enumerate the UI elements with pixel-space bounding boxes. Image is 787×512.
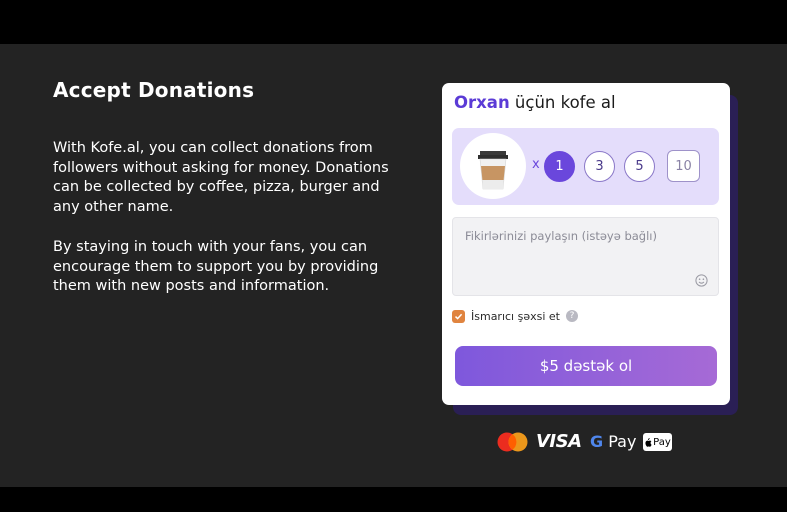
payment-methods: VISA G Pay Pay <box>497 431 677 452</box>
visa-icon: VISA <box>536 431 582 452</box>
apple-pay-icon: Pay <box>643 433 672 451</box>
letterbox-top <box>0 0 787 44</box>
support-button[interactable]: $5 dəstək ol <box>455 346 717 386</box>
amount-option-1[interactable]: 1 <box>544 151 575 182</box>
amount-option-3[interactable]: 3 <box>584 151 615 182</box>
mastercard-icon <box>497 432 528 452</box>
letterbox-bottom <box>0 487 787 512</box>
comment-placeholder: Fikirlərinizi paylaşın (istəyə bağlı) <box>465 229 657 243</box>
creator-name[interactable]: Orxan <box>454 93 510 112</box>
widget-title-text: üçün kofe al <box>509 93 616 112</box>
item-avatar <box>460 133 526 199</box>
apple-logo-icon <box>645 437 652 447</box>
fans-paragraph: By staying in touch with your fans, you … <box>53 239 379 294</box>
custom-amount-input[interactable]: 10 <box>667 150 700 182</box>
emoji-icon[interactable] <box>695 274 708 287</box>
multiplier-symbol: x <box>532 157 540 172</box>
private-label: İsmarıcı şəxsi et <box>471 309 560 323</box>
google-g-icon: G <box>590 432 604 451</box>
amount-option-5[interactable]: 5 <box>624 151 655 182</box>
apple-pay-label: Pay <box>653 436 671 448</box>
google-pay-icon: G Pay <box>590 432 636 451</box>
donation-widget: Orxan üçün kofe al x 1 3 5 10 Fikirlərin… <box>442 83 730 405</box>
private-checkbox[interactable] <box>452 309 465 323</box>
amount-picker: x 1 3 5 10 <box>452 128 719 205</box>
google-pay-label: Pay <box>608 432 637 451</box>
comment-textarea[interactable]: Fikirlərinizi paylaşın (istəyə bağlı) <box>452 217 719 296</box>
widget-title: Orxan üçün kofe al <box>454 93 616 112</box>
intro-paragraph: With Kofe.al, you can collect donations … <box>53 140 389 215</box>
help-icon[interactable]: ? <box>565 310 578 322</box>
checkmark-icon <box>454 313 463 320</box>
coffee-cup-icon <box>478 151 508 190</box>
private-message-option[interactable]: İsmarıcı şəxsi et ? <box>452 309 578 323</box>
page-heading: Accept Donations <box>53 78 255 102</box>
